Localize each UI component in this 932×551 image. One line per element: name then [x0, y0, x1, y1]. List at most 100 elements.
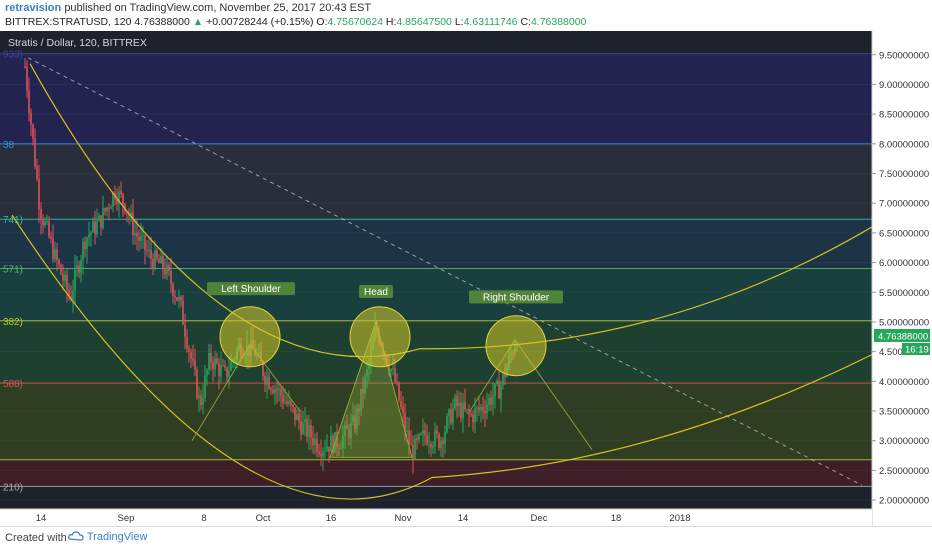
publish-line: retravision published on TradingView.com… [5, 2, 371, 14]
cloud-icon [68, 531, 84, 541]
candle-body [222, 365, 224, 367]
price-chart[interactable]: 933)38741)571)382)588)210) Left Shoulder… [0, 31, 932, 526]
candle-body [498, 380, 500, 399]
candle-body [406, 430, 408, 432]
last-price: 4.76388000 [134, 16, 190, 28]
change-arrow-icon: ▲ [192, 16, 204, 28]
candle-body [306, 419, 308, 437]
price-tick-label: 7.00000000 [879, 199, 929, 210]
tradingview-logo[interactable]: TradingView [68, 531, 147, 543]
open-value: 4.75670624 [327, 16, 383, 28]
candle-body [318, 451, 320, 454]
candle-body [212, 362, 214, 369]
candle-body [326, 446, 328, 451]
candle-body [208, 352, 210, 371]
candle-body [290, 400, 292, 405]
fib-level-label: 210) [3, 482, 23, 493]
candle-body [60, 264, 62, 275]
time-tick-label: Oct [256, 513, 271, 524]
candle-body [178, 296, 180, 301]
price-tick-label: 6.00000000 [879, 258, 929, 269]
candle-body [284, 401, 286, 403]
candle-body [196, 369, 198, 399]
candle-body [304, 419, 306, 423]
candle-body [26, 66, 28, 91]
candle-body [468, 409, 470, 415]
candle-body [416, 438, 418, 440]
time-tick-label: 2018 [669, 513, 690, 524]
candle-body [146, 249, 148, 251]
candle-body [402, 406, 404, 414]
candle-body [162, 255, 164, 270]
candle-body [466, 409, 468, 411]
chart-area[interactable]: 933) 38 741) 571) 382) 588) 210) Left Shoulder… [0, 31, 932, 526]
candle-body [176, 297, 178, 301]
candle-body [174, 296, 176, 298]
candle-body [486, 404, 488, 414]
candle-body [474, 408, 476, 423]
candle-body [152, 258, 154, 269]
candle-body [150, 249, 152, 259]
candle-body [36, 166, 38, 179]
candle-body [106, 207, 108, 212]
candle-body [314, 438, 316, 446]
candle-body [218, 363, 220, 376]
price-tick-label: 5.50000000 [879, 288, 929, 299]
change-value: +0.00728244 (+0.15%) [206, 16, 314, 28]
candle-body [398, 382, 400, 401]
candle-body [436, 430, 438, 435]
annotation-circle [219, 306, 281, 368]
price-tick-label: 8.50000000 [879, 110, 929, 121]
candle-body [328, 446, 330, 452]
candle-body [188, 348, 190, 352]
candle-body [294, 407, 296, 420]
candle-body [32, 124, 34, 139]
candle-body [320, 453, 322, 457]
candle-body [138, 236, 140, 241]
fib-zone [0, 383, 872, 460]
author-link[interactable]: retravision [5, 2, 61, 14]
candle-body [184, 324, 186, 337]
candle-body [76, 265, 78, 269]
candle-body [282, 395, 284, 403]
candle-body [278, 388, 280, 391]
candle-body [216, 358, 218, 364]
fib-zone [0, 268, 872, 321]
candle-body [66, 274, 68, 290]
candle-body [392, 368, 394, 370]
candle-body [88, 234, 90, 238]
candle-body [488, 397, 490, 405]
candle-body [460, 402, 462, 419]
candle-body [148, 249, 150, 251]
price-tick-label: 3.50000000 [879, 407, 929, 418]
candle-body [192, 358, 194, 361]
candle-body [94, 221, 96, 235]
candle-body [472, 414, 474, 423]
candle-body [166, 264, 168, 275]
candle-body [98, 215, 100, 222]
candle-body [214, 358, 216, 369]
candle-body [28, 90, 30, 113]
candle-body [502, 373, 504, 385]
candle-body [270, 388, 272, 390]
countdown-label: 16:19 [905, 344, 929, 355]
candle-body [144, 235, 146, 250]
chart-title: Stratis / Dollar, 120, BITTREX [8, 37, 147, 49]
candle-body [426, 435, 428, 444]
candle-body [428, 443, 430, 445]
candle-body [494, 384, 496, 397]
candle-body [298, 413, 300, 422]
candle-body [46, 221, 48, 223]
candle-body [324, 450, 326, 452]
candle-body [434, 430, 436, 446]
candle-body [190, 351, 192, 359]
candle-body [44, 221, 46, 226]
candle-body [92, 221, 94, 233]
candle-body [164, 269, 166, 275]
candle-body [300, 421, 302, 435]
time-tick-label: 14 [458, 513, 469, 524]
candle-body [182, 300, 184, 325]
candle-body [220, 365, 222, 376]
candle-body [464, 402, 466, 410]
candle-body [456, 396, 458, 407]
